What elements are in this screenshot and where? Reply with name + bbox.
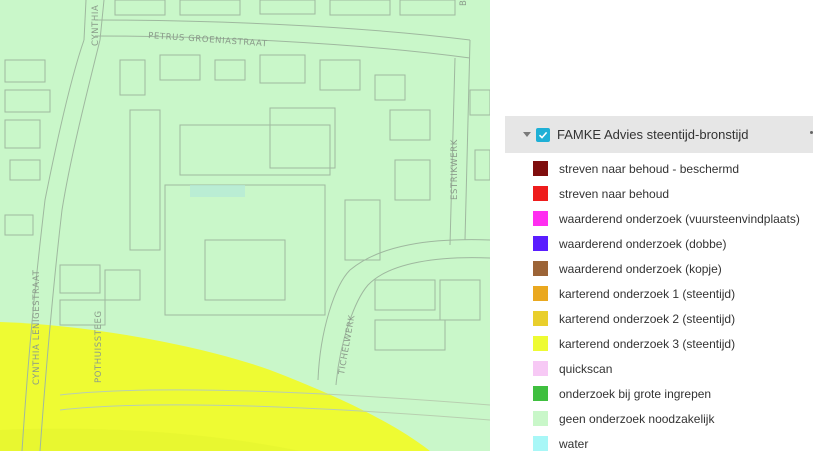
legend-item: karterend onderzoek 1 (steentijd) [533,281,800,306]
map-view[interactable]: PETRUS GROENIASTRAAT CYNTHIA CYNTHIA LEN… [0,0,490,451]
street-label-tichelwerk: TICHELWERK [337,314,358,376]
legend-swatch [533,261,548,276]
legend-swatch [533,211,548,226]
legend-list: streven naar behoud - beschermd streven … [533,156,800,456]
legend-item: onderzoek bij grote ingrepen [533,381,800,406]
legend-label: waarderend onderzoek (vuursteenvindplaat… [559,211,800,226]
legend-label: onderzoek bij grote ingrepen [559,386,712,401]
legend-item: karterend onderzoek 3 (steentijd) [533,331,800,356]
legend-swatch [533,186,548,201]
legend-item: water [533,431,800,456]
legend-swatch [533,161,548,176]
map-canvas: PETRUS GROENIASTRAAT CYNTHIA CYNTHIA LEN… [0,0,490,451]
legend-label: karterend onderzoek 2 (steentijd) [559,311,736,326]
legend-swatch [533,286,548,301]
legend-swatch [533,361,548,376]
legend-item: waarderend onderzoek (dobbe) [533,231,800,256]
legend-swatch [533,411,548,426]
layer-header[interactable]: FAMKE Advies steentijd-bronstijd [505,116,813,153]
legend-label: streven naar behoud - beschermd [559,161,740,176]
street-label-cynthia-top: CYNTHIA [91,5,101,46]
legend-item: waarderend onderzoek (vuursteenvindplaat… [533,206,800,231]
legend-label: karterend onderzoek 3 (steentijd) [559,336,736,351]
legend-label: waarderend onderzoek (dobbe) [559,236,727,251]
legend-label: geen onderzoek noodzakelijk [559,411,715,426]
street-label-petrus: PETRUS GROENIASTRAAT [148,31,268,49]
legend-panel: FAMKE Advies steentijd-bronstijd streven… [505,0,813,451]
legend-label: karterend onderzoek 1 (steentijd) [559,286,736,301]
street-label-top-right: B [459,0,469,6]
street-label-cynthia-lenige: CYNTHIA LENIGESTRAAT [32,269,42,385]
legend-swatch [533,236,548,251]
street-label-pothuissteeg: POTHUISSTEEG [94,310,104,383]
street-label-estrikwerk: ESTRIKWERK [450,139,460,200]
expand-arrow-icon[interactable] [523,132,531,137]
layer-title: FAMKE Advies steentijd-bronstijd [557,127,749,142]
legend-label: water [559,436,589,451]
legend-item: geen onderzoek noodzakelijk [533,406,800,431]
layer-visibility-checkbox[interactable] [536,127,550,142]
legend-item: waarderend onderzoek (kopje) [533,256,800,281]
legend-item: streven naar behoud - beschermd [533,156,800,181]
legend-swatch [533,436,548,451]
legend-swatch [533,336,548,351]
legend-swatch [533,386,548,401]
pond [190,185,245,197]
legend-swatch [533,311,548,326]
legend-label: quickscan [559,361,613,376]
legend-item: karterend onderzoek 2 (steentijd) [533,306,800,331]
legend-label: waarderend onderzoek (kopje) [559,261,722,276]
legend-item: quickscan [533,356,800,381]
legend-item: streven naar behoud [533,181,800,206]
legend-label: streven naar behoud [559,186,670,201]
checkmark-icon [538,131,548,139]
